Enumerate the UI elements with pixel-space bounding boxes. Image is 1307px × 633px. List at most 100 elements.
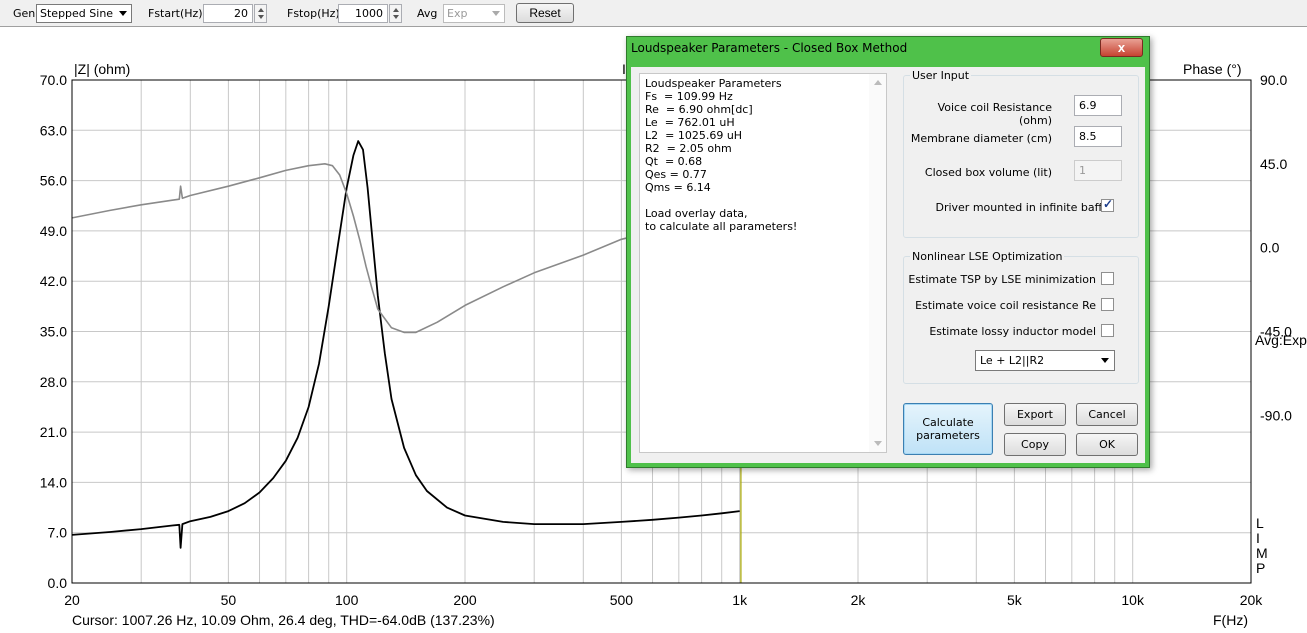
y-tick-label: 70.0: [40, 72, 67, 88]
generator-value: Stepped Sine: [40, 7, 114, 20]
fstop-label: Fstop(Hz): [287, 7, 340, 20]
results-line: Qt = 0.68: [645, 155, 703, 168]
y2-tick-label: 45.0: [1260, 156, 1287, 172]
results-line: Loudspeaker Parameters: [645, 77, 782, 90]
avg-label: Avg: [417, 7, 438, 20]
results-line: R2 = 2.05 ohm: [645, 142, 732, 155]
lse-optimization-group: Nonlinear LSE Optimization Estimate TSP …: [903, 250, 1139, 384]
inductor-model-value: Le + L2||R2: [980, 354, 1045, 367]
reset-button[interactable]: Reset: [516, 3, 574, 23]
close-button[interactable]: x: [1100, 38, 1143, 57]
loudspeaker-parameters-dialog: Loudspeaker Parameters - Closed Box Meth…: [626, 36, 1150, 468]
close-icon: x: [1117, 40, 1126, 55]
y2-tick-label: 90.0: [1260, 72, 1287, 88]
y-tick-label: 56.0: [40, 173, 67, 189]
calculate-label-line1: Calculate: [922, 416, 974, 429]
x-tick-label: 5k: [1007, 592, 1023, 608]
chevron-down-icon: [492, 11, 500, 16]
y2-tick-label: -90.0: [1260, 407, 1292, 423]
voice-coil-input[interactable]: 6.9: [1074, 95, 1122, 116]
y-tick-label: 7.0: [48, 525, 68, 541]
estimate-tsp-label: Estimate TSP by LSE minimization: [908, 273, 1096, 286]
y-tick-label: 28.0: [40, 374, 67, 390]
membrane-diameter-input[interactable]: 8.5: [1074, 126, 1122, 147]
estimate-re-checkbox[interactable]: [1101, 298, 1114, 311]
scroll-up-icon: [874, 80, 882, 85]
right-axis-title: Phase (°): [1183, 61, 1242, 77]
fstop-input[interactable]: 1000: [338, 4, 388, 23]
infinite-baffle-label: Driver mounted in infinite baffle: [935, 201, 1112, 214]
dialog-title: Loudspeaker Parameters - Closed Box Meth…: [631, 41, 908, 55]
results-line: Load overlay data,: [645, 207, 748, 220]
limp-letter-m: M: [1256, 545, 1268, 561]
generator-select[interactable]: Stepped Sine: [36, 4, 132, 23]
results-line: to calculate all parameters!: [645, 220, 798, 233]
toolbar: Gen Stepped Sine Fstart(Hz) 20 Fstop(Hz)…: [0, 0, 1307, 27]
y-tick-label: 49.0: [40, 223, 67, 239]
x-tick-label: 20k: [1240, 592, 1264, 608]
fstart-input[interactable]: 20: [203, 4, 253, 23]
export-button[interactable]: Export: [1004, 403, 1066, 426]
cancel-button[interactable]: Cancel: [1076, 403, 1138, 426]
calculate-label-line2: parameters: [916, 429, 980, 442]
chevron-down-icon: [119, 11, 127, 16]
fstart-label: Fstart(Hz): [148, 7, 203, 20]
spin-up-icon: [393, 8, 399, 12]
results-textbox[interactable]: Loudspeaker Parameters Fs = 109.99 Hz Re =…: [639, 73, 887, 453]
cursor-readout: Cursor: 1007.26 Hz, 10.09 Ohm, 26.4 deg,…: [72, 612, 495, 628]
results-line: Qes = 0.77: [645, 168, 707, 181]
limp-letter-p: P: [1256, 560, 1265, 576]
results-scrollbar[interactable]: [869, 74, 886, 452]
user-input-group: User Input Voice coil Resistance (ohm) 6…: [903, 69, 1139, 238]
results-line: Fs = 109.99 Hz: [645, 90, 733, 103]
y-tick-label: 42.0: [40, 273, 67, 289]
x-tick-label: 200: [453, 592, 477, 608]
box-volume-input[interactable]: 1: [1074, 160, 1122, 181]
dialog-body: Loudspeaker Parameters Fs = 109.99 Hz Re =…: [631, 67, 1145, 463]
y-tick-label: 21.0: [40, 424, 67, 440]
results-text: Loudspeaker Parameters Fs = 109.99 Hz Re =…: [645, 77, 881, 233]
avg-mode-label: Avg:Exp: [1255, 332, 1307, 348]
fstart-spinner[interactable]: [254, 4, 267, 23]
chevron-down-icon: [1101, 358, 1109, 363]
estimate-lossy-label: Estimate lossy inductor model: [929, 325, 1096, 338]
x-tick-label: 500: [610, 592, 634, 608]
x-tick-label: 10k: [1121, 592, 1145, 608]
x-axis-unit: F(Hz): [1213, 612, 1248, 628]
y-tick-label: 63.0: [40, 122, 67, 138]
estimate-re-label: Estimate voice coil resistance Re: [915, 299, 1096, 312]
estimate-lossy-checkbox[interactable]: [1101, 324, 1114, 337]
results-line: Qms = 6.14: [645, 181, 711, 194]
x-tick-label: 20: [64, 592, 80, 608]
user-input-title: User Input: [910, 69, 972, 82]
infinite-baffle-checkbox[interactable]: [1101, 197, 1114, 212]
calculate-parameters-button[interactable]: Calculate parameters: [903, 403, 993, 455]
y2-tick-label: 0.0: [1260, 240, 1280, 256]
spin-down-icon: [393, 15, 399, 19]
x-tick-label: 50: [221, 592, 237, 608]
y-tick-label: 0.0: [48, 575, 68, 591]
ok-button[interactable]: OK: [1076, 433, 1138, 456]
averaging-select[interactable]: Exp: [443, 4, 505, 23]
results-line: Le = 762.01 uH: [645, 116, 735, 129]
limp-letter-i: I: [1256, 530, 1260, 546]
y-tick-label: 14.0: [40, 474, 67, 490]
membrane-diameter-label: Membrane diameter (cm): [910, 132, 1052, 145]
spin-down-icon: [258, 15, 264, 19]
y-tick-label: 35.0: [40, 324, 67, 340]
averaging-value: Exp: [447, 7, 468, 20]
spin-up-icon: [258, 8, 264, 12]
results-line: [645, 194, 881, 207]
gen-label: Gen: [13, 7, 36, 20]
copy-button[interactable]: Copy: [1004, 433, 1066, 456]
voice-coil-label: Voice coil Resistance (ohm): [937, 101, 1052, 127]
box-volume-label: Closed box volume (lit): [924, 166, 1052, 179]
x-tick-label: 100: [335, 592, 359, 608]
results-line: Re = 6.90 ohm[dc]: [645, 103, 753, 116]
limp-letter-l: L: [1256, 515, 1264, 531]
inductor-model-select[interactable]: Le + L2||R2: [975, 350, 1115, 371]
fstop-spinner[interactable]: [389, 4, 402, 23]
estimate-tsp-checkbox[interactable]: [1101, 272, 1114, 285]
x-tick-label: 2k: [851, 592, 867, 608]
x-tick-label: 1k: [732, 592, 748, 608]
